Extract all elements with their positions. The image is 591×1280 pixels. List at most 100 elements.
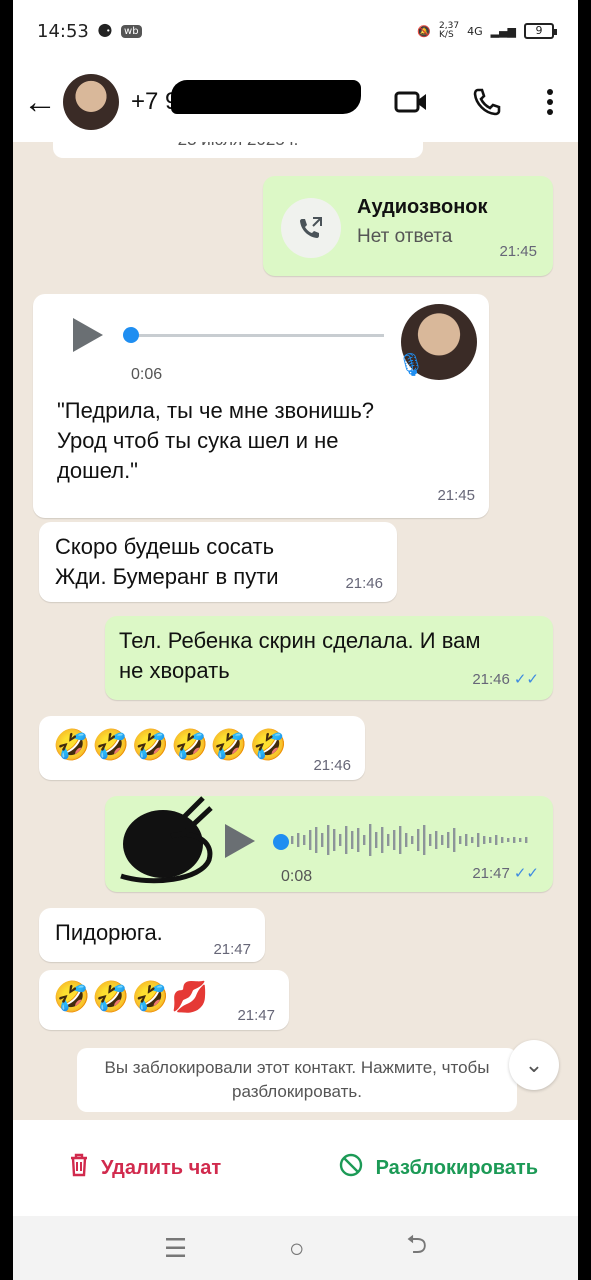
waveform-bar: [495, 835, 498, 845]
message-time: 21:47: [213, 941, 251, 958]
waveform-bar: [423, 825, 426, 855]
voice-duration: 0:06: [131, 366, 163, 383]
read-ticks-icon: ✓✓: [513, 865, 539, 882]
waveform-bar: [399, 826, 402, 854]
voice-duration: 0:08: [281, 868, 313, 885]
message-time: 21:46: [345, 575, 383, 592]
waveform-bar: [429, 834, 432, 846]
waveform-bar: [477, 833, 480, 847]
more-options-icon[interactable]: [546, 88, 554, 116]
message-text: Пидорюга.: [55, 920, 163, 945]
status-bar: 14:53 ⚈ wb 🔕 2,37 K/S 4G ▂▄▆ 9: [13, 0, 578, 62]
waveform-bar: [507, 838, 510, 842]
phone-call-icon[interactable]: [472, 87, 502, 117]
waveform-bar: [315, 827, 318, 853]
trash-icon: [69, 1153, 89, 1183]
signal-icon: ▂▄▆: [490, 24, 516, 38]
message-outgoing[interactable]: Тел. Ребенка скрин сделала. И вам не хво…: [105, 616, 553, 700]
waveform-bar: [369, 824, 372, 856]
waveform-bar: [393, 830, 396, 850]
waveform-bar: [363, 835, 366, 845]
waveform-bar: [489, 837, 492, 843]
date-chip: 23 июля 2025 г.: [53, 142, 423, 158]
message-text: Тел. Ребенка скрин сделала. И вам не хво…: [119, 628, 481, 683]
voice-progress-track[interactable]: [128, 334, 384, 337]
play-icon[interactable]: [225, 824, 255, 858]
read-ticks-icon: ✓✓: [513, 671, 539, 688]
message-time: 21:46: [313, 757, 351, 774]
message-time: 21:45: [437, 487, 475, 504]
mute-icon: 🔕: [417, 24, 432, 38]
delete-chat-button[interactable]: Удалить чат: [69, 1153, 221, 1183]
waveform-bar: [375, 832, 378, 848]
scribble-redaction: [120, 796, 213, 884]
video-call-icon[interactable]: [394, 89, 428, 115]
voice-waveform[interactable]: [291, 820, 531, 860]
blocked-contact-banner[interactable]: Вы заблокировали этот контакт. Нажмите, …: [77, 1048, 517, 1112]
contact-phone[interactable]: +7 9: [131, 80, 361, 116]
network-speed: 2,37 K/S: [439, 21, 460, 40]
call-status: Нет ответа: [357, 226, 453, 247]
waveform-bar: [327, 825, 330, 855]
chat-area[interactable]: 23 июля 2025 г. Аудиозвонок Нет ответа 2…: [13, 142, 578, 1120]
message-time: 21:47: [472, 865, 510, 882]
block-icon: [338, 1152, 364, 1184]
message-incoming[interactable]: Скоро будешь сосать Жди. Бумеранг в пути…: [39, 522, 397, 602]
back-arrow-icon[interactable]: ←: [23, 83, 59, 122]
emoji-text: 🤣🤣🤣🤣🤣🤣: [53, 729, 290, 762]
voice-transcript: "Педрила, ты че мне звонишь? Урод чтоб т…: [57, 398, 375, 483]
waveform-bar: [513, 837, 516, 843]
waveform-bar: [333, 829, 336, 851]
play-icon[interactable]: [73, 318, 103, 352]
message-time: 21:46: [472, 671, 510, 688]
waveform-bar: [345, 826, 348, 854]
menu-icon[interactable]: ☰: [164, 1233, 187, 1264]
system-nav-bar: ☰ ○ ⮌: [13, 1216, 578, 1280]
emoji-text: 🤣🤣🤣💋: [53, 981, 211, 1014]
scroll-down-icon[interactable]: ⌄: [509, 1040, 559, 1090]
waveform-bar: [525, 837, 528, 843]
waveform-bar: [309, 830, 312, 850]
battery-icon: 9: [524, 23, 557, 39]
message-time: 21:47: [237, 1007, 275, 1024]
phone-screen: 14:53 ⚈ wb 🔕 2,37 K/S 4G ▂▄▆ 9 ← +7 9 Ау…: [13, 0, 578, 1280]
voice-progress-thumb[interactable]: [123, 327, 139, 343]
message-time: 21:45: [499, 243, 537, 260]
message-incoming[interactable]: 🤣🤣🤣💋 21:47: [39, 970, 289, 1030]
contact-avatar[interactable]: [63, 74, 119, 130]
unblock-button[interactable]: Разблокировать: [338, 1152, 538, 1184]
waveform-bar: [501, 837, 504, 843]
waveform-bar: [303, 835, 306, 845]
waveform-bar: [381, 827, 384, 853]
waveform-bar: [483, 836, 486, 844]
call-title: Аудиозвонок: [357, 196, 488, 218]
waveform-bar: [297, 833, 300, 847]
wb-badge: wb: [121, 24, 142, 38]
waveform-bar: [435, 831, 438, 849]
network-type: 4G: [467, 24, 483, 38]
voice-message-incoming[interactable]: 🎙 0:06 "Педрила, ты че мне звонишь? Урод…: [33, 294, 489, 518]
waveform-bar: [321, 833, 324, 847]
message-incoming[interactable]: 🤣🤣🤣🤣🤣🤣 21:46: [39, 716, 365, 780]
waveform-bar: [471, 837, 474, 843]
mic-icon: 🎙: [397, 352, 425, 377]
redaction-mark: [171, 80, 361, 114]
waveform-bar: [291, 836, 294, 844]
delete-chat-label: Удалить чат: [101, 1156, 222, 1179]
status-time: 14:53: [37, 20, 89, 42]
voice-progress-thumb[interactable]: [273, 834, 289, 850]
waveform-bar: [447, 832, 450, 848]
waveform-bar: [387, 834, 390, 846]
message-incoming[interactable]: Пидорюга. 21:47: [39, 908, 265, 962]
message-text: Жди. Бумеранг в пути: [55, 564, 279, 589]
home-icon[interactable]: ○: [289, 1233, 305, 1264]
unblock-label: Разблокировать: [375, 1156, 538, 1179]
back-icon[interactable]: ⮌: [406, 1226, 427, 1270]
waveform-bar: [411, 836, 414, 844]
waveform-bar: [417, 829, 420, 851]
waveform-bar: [465, 834, 468, 846]
waveform-bar: [441, 835, 444, 845]
missed-call-icon: [281, 198, 341, 258]
call-bubble[interactable]: Аудиозвонок Нет ответа 21:45: [263, 176, 553, 276]
waveform-bar: [351, 831, 354, 849]
